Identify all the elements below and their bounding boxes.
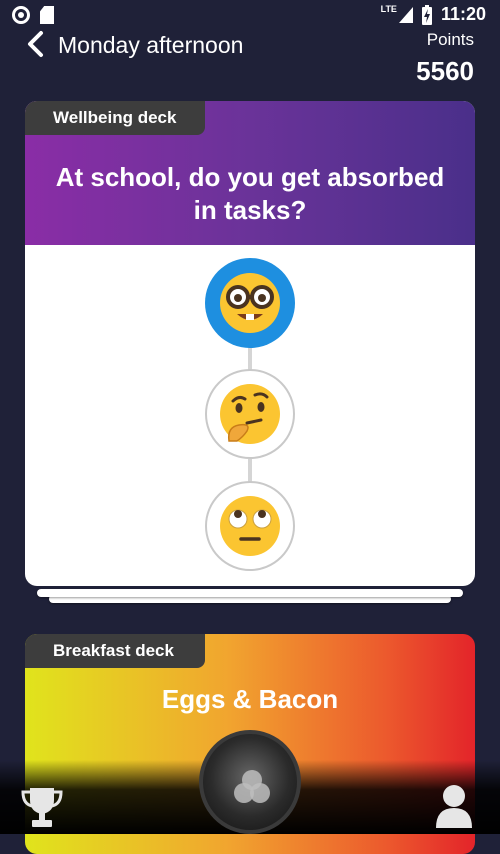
wellbeing-card: Wellbeing deck At school, do you get abs… [25,101,475,586]
trophy-icon[interactable] [20,786,64,828]
thinking-face-icon [220,384,280,444]
card-stack-sheet [37,589,463,597]
sd-card-icon [40,6,54,24]
answer-option-eye-roll[interactable] [205,481,295,571]
option-connector [248,459,252,483]
option-connector [248,347,252,371]
page-title: Monday afternoon [58,32,244,58]
battery-charging-icon [421,4,432,25]
nerd-face-icon [220,273,280,333]
breakfast-card-title: Eggs & Bacon [161,684,339,714]
eye-roll-face-icon [220,496,280,556]
header: Monday afternoon Points 5560 [0,28,500,88]
question-text: At school, do you get absorbed in tasks? [55,162,445,225]
points-label: Points [426,30,474,49]
answer-option-nerd[interactable] [205,258,295,348]
profile-icon[interactable] [434,784,474,828]
card-header: Wellbeing deck At school, do you get abs… [25,101,475,245]
back-arrow-icon[interactable] [22,30,50,58]
points-value: 5560 [416,56,474,86]
deck-label: Breakfast deck [25,634,205,668]
notification-icon [12,6,30,24]
deck-label: Wellbeing deck [25,101,205,135]
answer-options [25,245,475,586]
clock: 11:20 [440,4,486,24]
decks-button[interactable] [199,730,301,834]
decks-icon [234,770,270,803]
signal-icon [398,6,413,23]
answer-option-thinking[interactable] [205,369,295,459]
network-type: LTE [380,3,397,14]
